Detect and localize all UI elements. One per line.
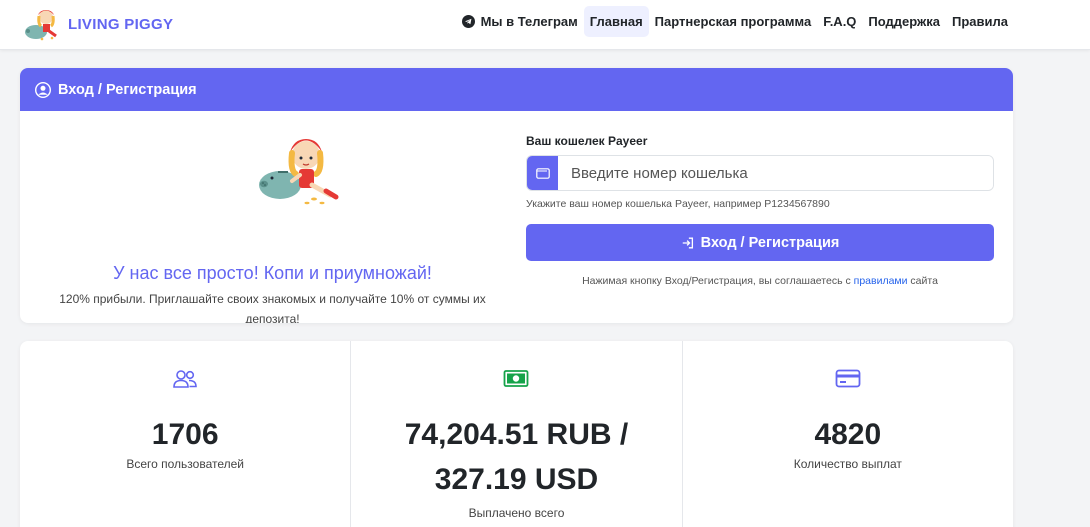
telegram-icon bbox=[461, 14, 475, 28]
nav-partner-program[interactable]: Партнерская программа bbox=[649, 6, 818, 37]
login-icon bbox=[682, 237, 693, 248]
login-register-button[interactable]: Вход / Регистрация bbox=[526, 224, 994, 261]
top-navbar: LIVING PIGGY Мы в Телеграм Главная Партн… bbox=[0, 0, 1090, 50]
wallet-label: Ваш кошелек Payeer bbox=[526, 134, 648, 148]
terms-text: Нажимая кнопку Вход/Регистрация, вы согл… bbox=[526, 275, 994, 287]
stats-card: 1706 Всего пользователей 74,204.51 RUB /… bbox=[20, 341, 1013, 527]
stat-payouts: 4820 Количество выплат bbox=[683, 341, 1013, 527]
users-count: 1706 bbox=[151, 418, 219, 451]
wallet-input[interactable] bbox=[558, 156, 993, 190]
brand-link[interactable]: LIVING PIGGY bbox=[22, 6, 173, 42]
nav-faq[interactable]: F.A.Q bbox=[817, 6, 862, 37]
login-card-header: Вход / Регистрация bbox=[20, 68, 1013, 111]
promo-text: 120% прибыли. Приглашайте своих знакомых… bbox=[59, 292, 486, 323]
users-label: Всего пользователей bbox=[126, 457, 244, 471]
login-card: Вход / Регистрация У нас все просто! Коп… bbox=[20, 68, 1013, 323]
brand-name: LIVING PIGGY bbox=[68, 15, 174, 33]
nav-support[interactable]: Поддержка bbox=[862, 6, 946, 37]
promo-block: У нас все просто! Копи и приумножай! 120… bbox=[20, 111, 525, 323]
stat-users: 1706 Всего пользователей bbox=[20, 341, 352, 527]
login-register-button-label: Вход / Регистрация bbox=[700, 234, 840, 251]
promo-title: У нас все просто! Копи и приумножай! bbox=[113, 263, 432, 283]
credit-card-icon bbox=[835, 369, 861, 388]
wallet-input-group bbox=[526, 155, 994, 191]
paid-label: Выплачено всего bbox=[468, 506, 565, 520]
piggy-girl-logo-icon bbox=[25, 10, 57, 41]
wallet-help-text: Укажите ваш номер кошелька Payeer, напри… bbox=[526, 198, 830, 210]
login-card-title: Вход / Регистрация bbox=[58, 81, 197, 98]
payouts-count: 4820 bbox=[814, 418, 882, 451]
terms-prefix: Нажимая кнопку Вход/Регистрация, вы согл… bbox=[582, 275, 854, 287]
piggy-girl-illustration bbox=[259, 139, 339, 205]
main-nav: Мы в Телеграм Главная Партнерская програ… bbox=[456, 5, 1014, 37]
nav-rules[interactable]: Правила bbox=[946, 6, 1014, 37]
users-icon bbox=[173, 370, 197, 388]
wallet-addon bbox=[527, 156, 558, 190]
paid-rub: 74,204.51 RUB / bbox=[404, 418, 629, 451]
payouts-label: Количество выплат bbox=[793, 457, 902, 471]
cash-icon bbox=[504, 370, 529, 387]
nav-telegram[interactable]: Мы в Телеграм bbox=[456, 6, 584, 37]
user-circle-icon bbox=[35, 81, 51, 98]
rules-link[interactable]: правилами bbox=[854, 275, 908, 287]
paid-usd: 327.19 USD bbox=[434, 463, 599, 496]
terms-suffix: сайта bbox=[907, 275, 938, 287]
stat-paid: 74,204.51 RUB / 327.19 USD Выплачено все… bbox=[351, 341, 683, 527]
nav-telegram-label: Мы в Телеграм bbox=[480, 13, 578, 29]
nav-home[interactable]: Главная bbox=[583, 5, 649, 37]
wallet-icon bbox=[535, 168, 550, 179]
